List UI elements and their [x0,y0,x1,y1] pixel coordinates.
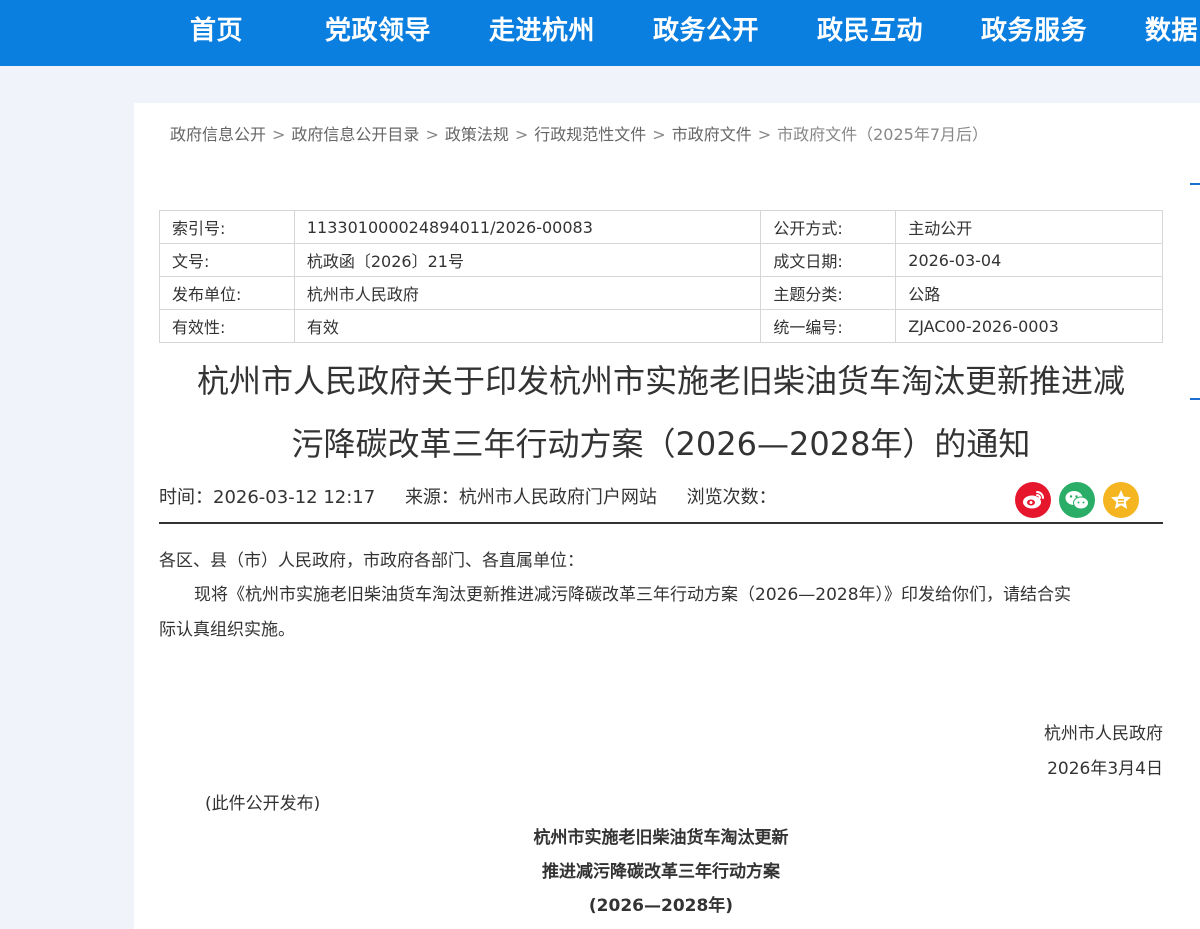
public-note: (此件公开发布) [205,794,321,814]
meta-label-topic: 主题分类: [760,276,897,310]
salutation: 各区、县（市）人民政府，市政府各部门、各直属单位： [159,551,584,571]
meta-value-index: 113301000024894011/2026-00083 [293,210,762,244]
article-info: 时间：2026-03-12 12:17 来源：杭州市人民政府门户网站 浏览次数： [159,483,801,509]
meta-label-code: 统一编号: [760,309,897,343]
edge-marker [1190,183,1200,185]
meta-value-doc-number: 杭政函〔2026〕21号 [293,243,762,277]
breadcrumb-separator: > [272,125,286,144]
plan-title-line: 推进减污降碳改革三年行动方案 [542,862,780,882]
signature-date: 2026年3月4日 [1047,759,1163,779]
body-paragraph-line: 际认真组织实施。 [159,620,295,640]
meta-label-validity: 有效性: [159,309,295,343]
edge-marker [1190,398,1200,400]
title-line: 污降碳改革三年行动方案（2026—2028年）的通知 [291,425,1031,463]
meta-label-date: 成文日期: [760,243,897,277]
breadcrumb-separator: > [757,125,772,144]
article-source: 来源：杭州市人民政府门户网站 [404,487,657,508]
meta-value-issuer: 杭州市人民政府 [293,276,762,310]
nav-party-leaders[interactable]: 党政领导 [325,0,431,66]
top-nav: 首页 党政领导 走进杭州 政务公开 政民互动 政务服务 数据 [0,0,1200,66]
breadcrumb-item[interactable]: 政策法规 [445,125,509,144]
breadcrumb-item[interactable]: 行政规范性文件 [534,125,646,144]
view-count: 浏览次数： [686,487,777,508]
breadcrumb-item[interactable]: 市政府文件 [672,125,752,144]
breadcrumb-item[interactable]: 政府信息公开目录 [291,125,419,144]
table-row: 有效性: 有效 统一编号: ZJAC00-2026-0003 [159,309,1163,343]
nav-gov-affairs-open[interactable]: 政务公开 [653,0,759,66]
meta-label-issuer: 发布单位: [159,276,295,310]
breadcrumb: 政府信息公开 > 政府信息公开目录 > 政策法规 > 行政规范性文件 > 市政府文件 > 市政府文件… [170,121,988,145]
meta-value-topic: 公路 [895,276,1163,310]
nav-data[interactable]: 数据 [1145,0,1198,66]
nav-home[interactable]: 首页 [190,0,243,66]
wechat-icon[interactable] [1059,482,1095,518]
breadcrumb-separator: > [425,125,439,144]
plan-title-line: (2026—2028年) [588,896,734,916]
body-paragraph-line: 现将《杭州市实施老旧柴油货车淘汰更新推进减污降碳改革三年行动方案（2026—20… [194,585,1072,605]
meta-label-doc-number: 文号: [159,243,295,277]
title-line: 杭州市人民政府关于印发杭州市实施老旧柴油货车淘汰更新推进减 [196,362,1125,400]
table-row: 索引号: 113301000024894011/2026-00083 公开方式:… [159,210,1163,244]
weibo-icon[interactable] [1015,482,1051,518]
nav-gov-services[interactable]: 政务服务 [981,0,1087,66]
meta-value-code: ZJAC00-2026-0003 [895,309,1163,343]
breadcrumb-item-current[interactable]: 市政府文件（2025年7月后） [777,125,988,144]
table-row: 发布单位: 杭州市人民政府 主题分类: 公路 [159,276,1163,310]
meta-label-open-method: 公开方式: [760,210,897,244]
breadcrumb-separator: > [514,125,529,144]
meta-value-open-method: 主动公开 [895,210,1163,244]
table-row: 文号: 杭政函〔2026〕21号 成文日期: 2026-03-04 [159,243,1163,277]
breadcrumb-item[interactable]: 政府信息公开 [170,125,266,144]
nav-about-hangzhou[interactable]: 走进杭州 [489,0,595,66]
signature-org: 杭州市人民政府 [1044,724,1163,744]
plan-title-line: 杭州市实施老旧柴油货车淘汰更新 [533,828,789,848]
favorite-icon[interactable] [1103,482,1139,518]
document-metadata-table: 索引号: 113301000024894011/2026-00083 公开方式:… [159,210,1163,343]
meta-value-validity: 有效 [293,309,762,343]
document-title: 杭州市人民政府关于印发杭州市实施老旧柴油货车淘汰更新推进减 污降碳改革三年行动方… [159,350,1163,476]
meta-label-index: 索引号: [159,210,295,244]
meta-value-date: 2026-03-04 [895,243,1163,277]
breadcrumb-separator: > [652,125,666,144]
nav-public-interaction[interactable]: 政民互动 [817,0,923,66]
publish-time: 时间：2026-03-12 12:17 [159,487,376,508]
divider [159,522,1163,524]
